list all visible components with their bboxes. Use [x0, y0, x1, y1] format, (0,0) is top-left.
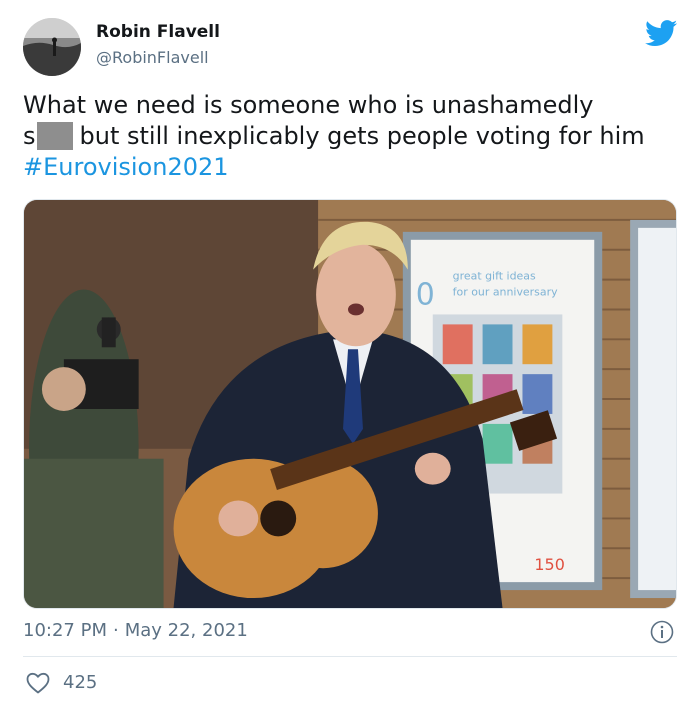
censor-block [36, 122, 73, 150]
tweet-text-prefix: s [23, 122, 36, 150]
info-icon[interactable] [650, 620, 674, 644]
meta-separator: · [112, 620, 119, 641]
poster-text-2: for our anniversary [453, 286, 558, 299]
avatar-image [23, 18, 81, 76]
poster-number: 150 [534, 555, 564, 574]
tweet-text-line-1: What we need is someone who is unashamed… [23, 91, 594, 119]
tweet-text-line-2: s but still inexplicably gets people voti… [23, 121, 683, 152]
tweet-photo[interactable]: great gift ideas for our anniversary 0 1… [23, 199, 677, 609]
author-name[interactable]: Robin Flavell [96, 22, 220, 42]
tweet-meta: 10:27 PM · May 22, 2021 [23, 620, 248, 641]
like-count: 425 [63, 672, 98, 693]
avatar[interactable] [23, 18, 81, 76]
tweet-card: Robin Flavell @RobinFlavell What we need… [0, 0, 700, 711]
photo-scene: great gift ideas for our anniversary 0 1… [24, 200, 676, 608]
tweet-time[interactable]: 10:27 PM [23, 620, 107, 641]
hashtag-link[interactable]: #Eurovision2021 [23, 152, 683, 183]
tweet-text: What we need is someone who is unashamed… [23, 90, 683, 183]
tweet-date[interactable]: May 22, 2021 [125, 620, 248, 641]
divider [23, 656, 677, 657]
twitter-bird-icon[interactable] [645, 20, 678, 47]
author-handle[interactable]: @RobinFlavell [96, 48, 209, 67]
poster-text-1: great gift ideas [453, 270, 536, 283]
svg-text:0: 0 [416, 278, 435, 313]
heart-icon[interactable] [26, 672, 50, 694]
tweet-text-suffix: but still inexplicably gets people votin… [79, 122, 645, 150]
